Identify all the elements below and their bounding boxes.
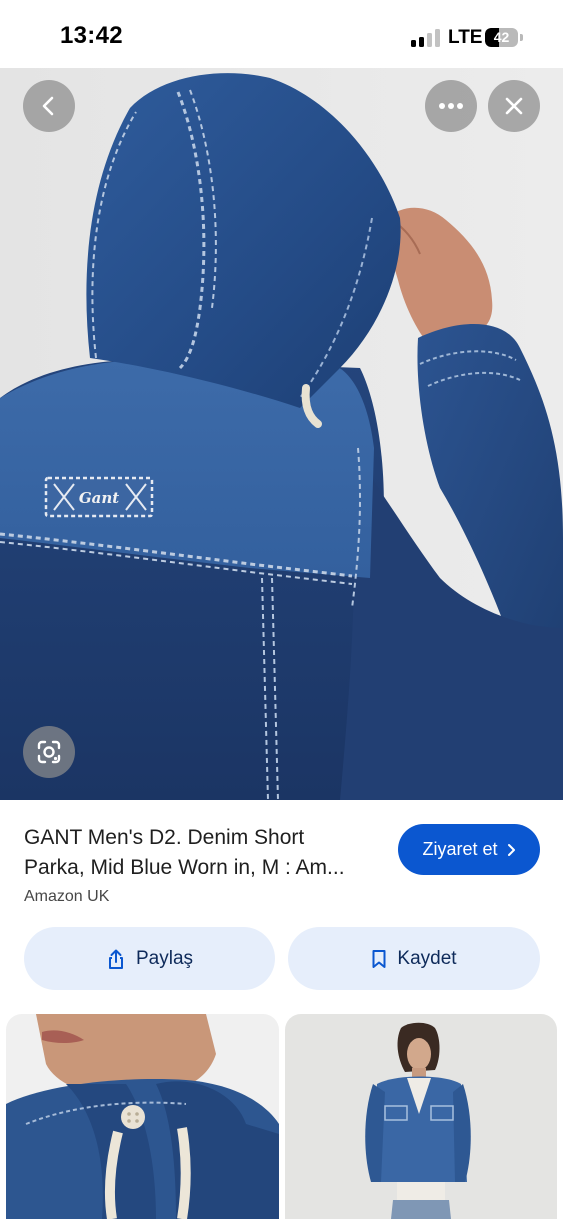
status-time: 13:42 [60,22,123,49]
signal-icon [411,29,441,47]
close-button[interactable] [488,80,540,132]
battery-percent: 42 [493,29,510,45]
visit-button-label: Ziyaret et [422,839,498,859]
brand-patch-logo: Gant [79,489,119,507]
google-lens-icon [37,740,61,764]
share-icon [108,949,123,969]
chevron-right-icon [507,843,515,856]
share-button-label: Paylaş [135,947,194,969]
collar-closeup-image [6,1014,279,1219]
denim-hoodie-illustration: Gant [0,68,563,800]
close-icon [505,97,523,115]
product-image[interactable]: Gant [0,68,563,800]
model-jacket-image [285,1014,557,1219]
more-horizontal-icon [439,103,463,109]
product-title-line2: Parka, Mid Blue Worn in, M : Am... [24,856,345,879]
related-image-1[interactable] [6,1014,279,1219]
visit-button[interactable]: Ziyaret et [398,824,540,875]
product-source: Amazon UK [24,888,110,905]
chevron-left-icon [42,96,54,116]
network-type: LTE [448,27,483,48]
share-button[interactable]: Paylaş [24,927,275,990]
product-title[interactable]: GANT Men's D2. Denim Short Parka, Mid Bl… [24,823,384,883]
battery-icon: 42 [485,28,518,47]
bookmark-icon [372,949,386,968]
more-options-button[interactable] [425,80,477,132]
status-bar: 13:42 LTE 42 [0,0,563,68]
save-button-label: Kaydet [397,947,457,969]
back-button[interactable] [23,80,75,132]
lens-search-button[interactable] [23,726,75,778]
product-title-line1: GANT Men's D2. Denim Short [24,826,305,849]
save-button[interactable]: Kaydet [288,927,540,990]
battery-tip [520,34,523,41]
related-image-2[interactable] [285,1014,557,1219]
